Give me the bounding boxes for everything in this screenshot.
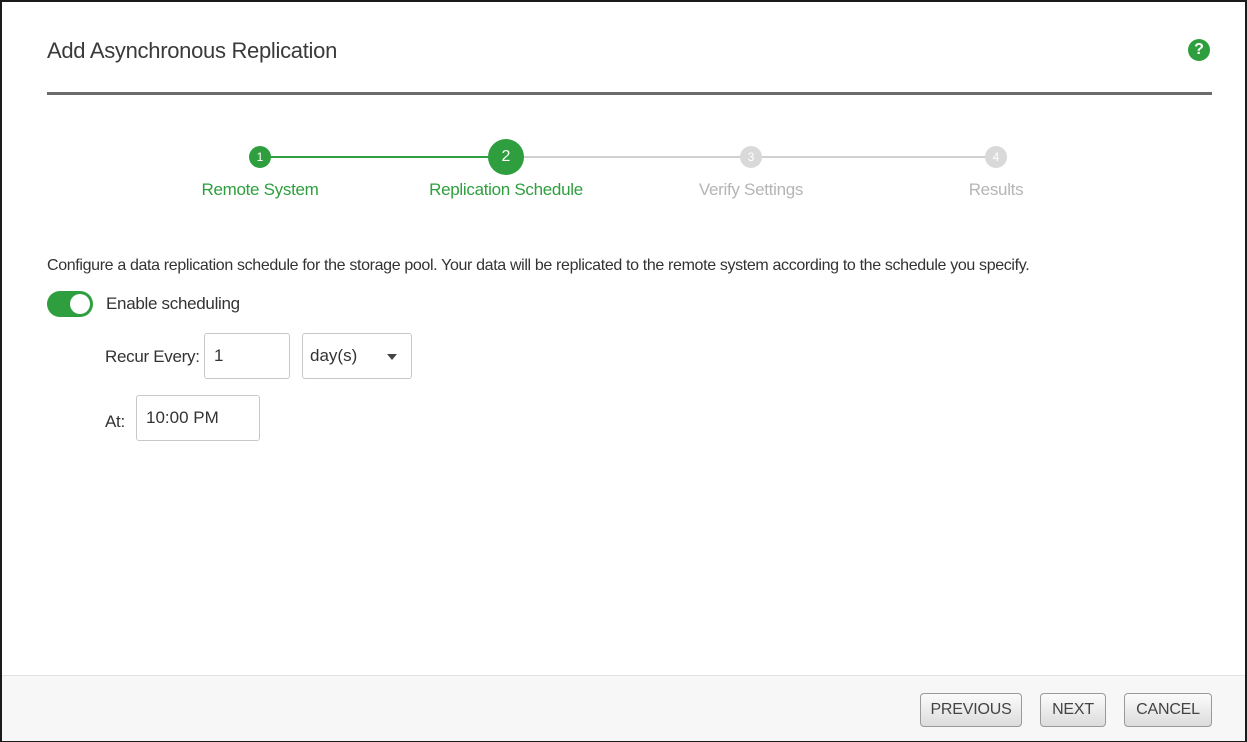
at-label: At: xyxy=(105,412,125,431)
add-async-replication-dialog: Add Asynchronous Replication ? 1 Remote … xyxy=(0,0,1247,742)
recur-unit-select[interactable]: day(s) xyxy=(302,333,412,379)
dialog-title: Add Asynchronous Replication xyxy=(47,38,338,63)
dialog-header: Add Asynchronous Replication ? xyxy=(47,2,1212,95)
recur-every-input[interactable]: 1 xyxy=(204,333,290,379)
previous-button[interactable]: PREVIOUS xyxy=(920,693,1022,727)
dialog-footer: PREVIOUS NEXT CANCEL xyxy=(2,675,1245,741)
recur-unit-value: day(s) xyxy=(310,346,358,365)
help-icon[interactable]: ? xyxy=(1188,39,1210,61)
step-2-label: Replication Schedule xyxy=(429,180,583,199)
schedule-description: Configure a data replication schedule fo… xyxy=(47,257,1030,274)
next-button[interactable]: NEXT xyxy=(1040,693,1106,727)
enable-scheduling-toggle[interactable] xyxy=(47,291,93,317)
chevron-down-icon xyxy=(387,354,397,360)
step-results: 4 Results xyxy=(896,137,1096,200)
step-1-label: Remote System xyxy=(201,180,319,199)
at-time-input[interactable]: 10:00 PM xyxy=(136,395,260,441)
step-4-marker: 4 xyxy=(985,146,1007,168)
enable-scheduling-label: Enable scheduling xyxy=(106,294,240,313)
step-2-marker: 2 xyxy=(488,139,524,175)
step-verify-settings: 3 Verify Settings xyxy=(651,137,851,200)
recur-every-label: Recur Every: xyxy=(105,347,200,366)
step-4-label: Results xyxy=(968,180,1024,199)
step-remote-system: 1 Remote System xyxy=(160,137,360,200)
toggle-knob xyxy=(70,294,90,314)
step-replication-schedule: 2 Replication Schedule xyxy=(406,137,606,200)
step-3-label: Verify Settings xyxy=(698,180,804,199)
wizard-steps: 1 Remote System 2 Replication Schedule 3… xyxy=(2,137,1245,217)
step-1-marker: 1 xyxy=(249,146,271,168)
cancel-button[interactable]: CANCEL xyxy=(1124,693,1212,727)
step-3-marker: 3 xyxy=(740,146,762,168)
